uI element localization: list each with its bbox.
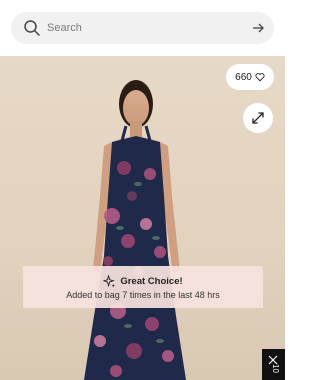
model-in-floral-dress-illustration bbox=[84, 80, 186, 380]
product-image[interactable] bbox=[0, 56, 285, 380]
side-promo-tab[interactable]: 10 bbox=[262, 349, 285, 380]
favorite-count: 660 bbox=[235, 71, 252, 83]
added-to-bag-toast: Great Choice! Added to bag 7 times in th… bbox=[23, 266, 263, 308]
toast-title: Great Choice! bbox=[120, 275, 183, 287]
favorite-count-button[interactable]: 660 bbox=[226, 64, 274, 90]
arrow-right-icon[interactable] bbox=[251, 21, 265, 35]
search-input[interactable] bbox=[47, 18, 237, 38]
heart-icon bbox=[255, 73, 265, 82]
toast-title-row: Great Choice! bbox=[23, 274, 263, 288]
sparkle-icon bbox=[103, 274, 116, 288]
search-header bbox=[0, 0, 285, 56]
expand-image-button[interactable] bbox=[243, 103, 273, 133]
side-tab-label: 10 bbox=[271, 364, 280, 373]
toast-message: Added to bag 7 times in the last 48 hrs bbox=[66, 290, 220, 300]
search-icon bbox=[24, 20, 40, 36]
expand-icon bbox=[252, 112, 264, 124]
search-bar[interactable] bbox=[11, 12, 274, 44]
